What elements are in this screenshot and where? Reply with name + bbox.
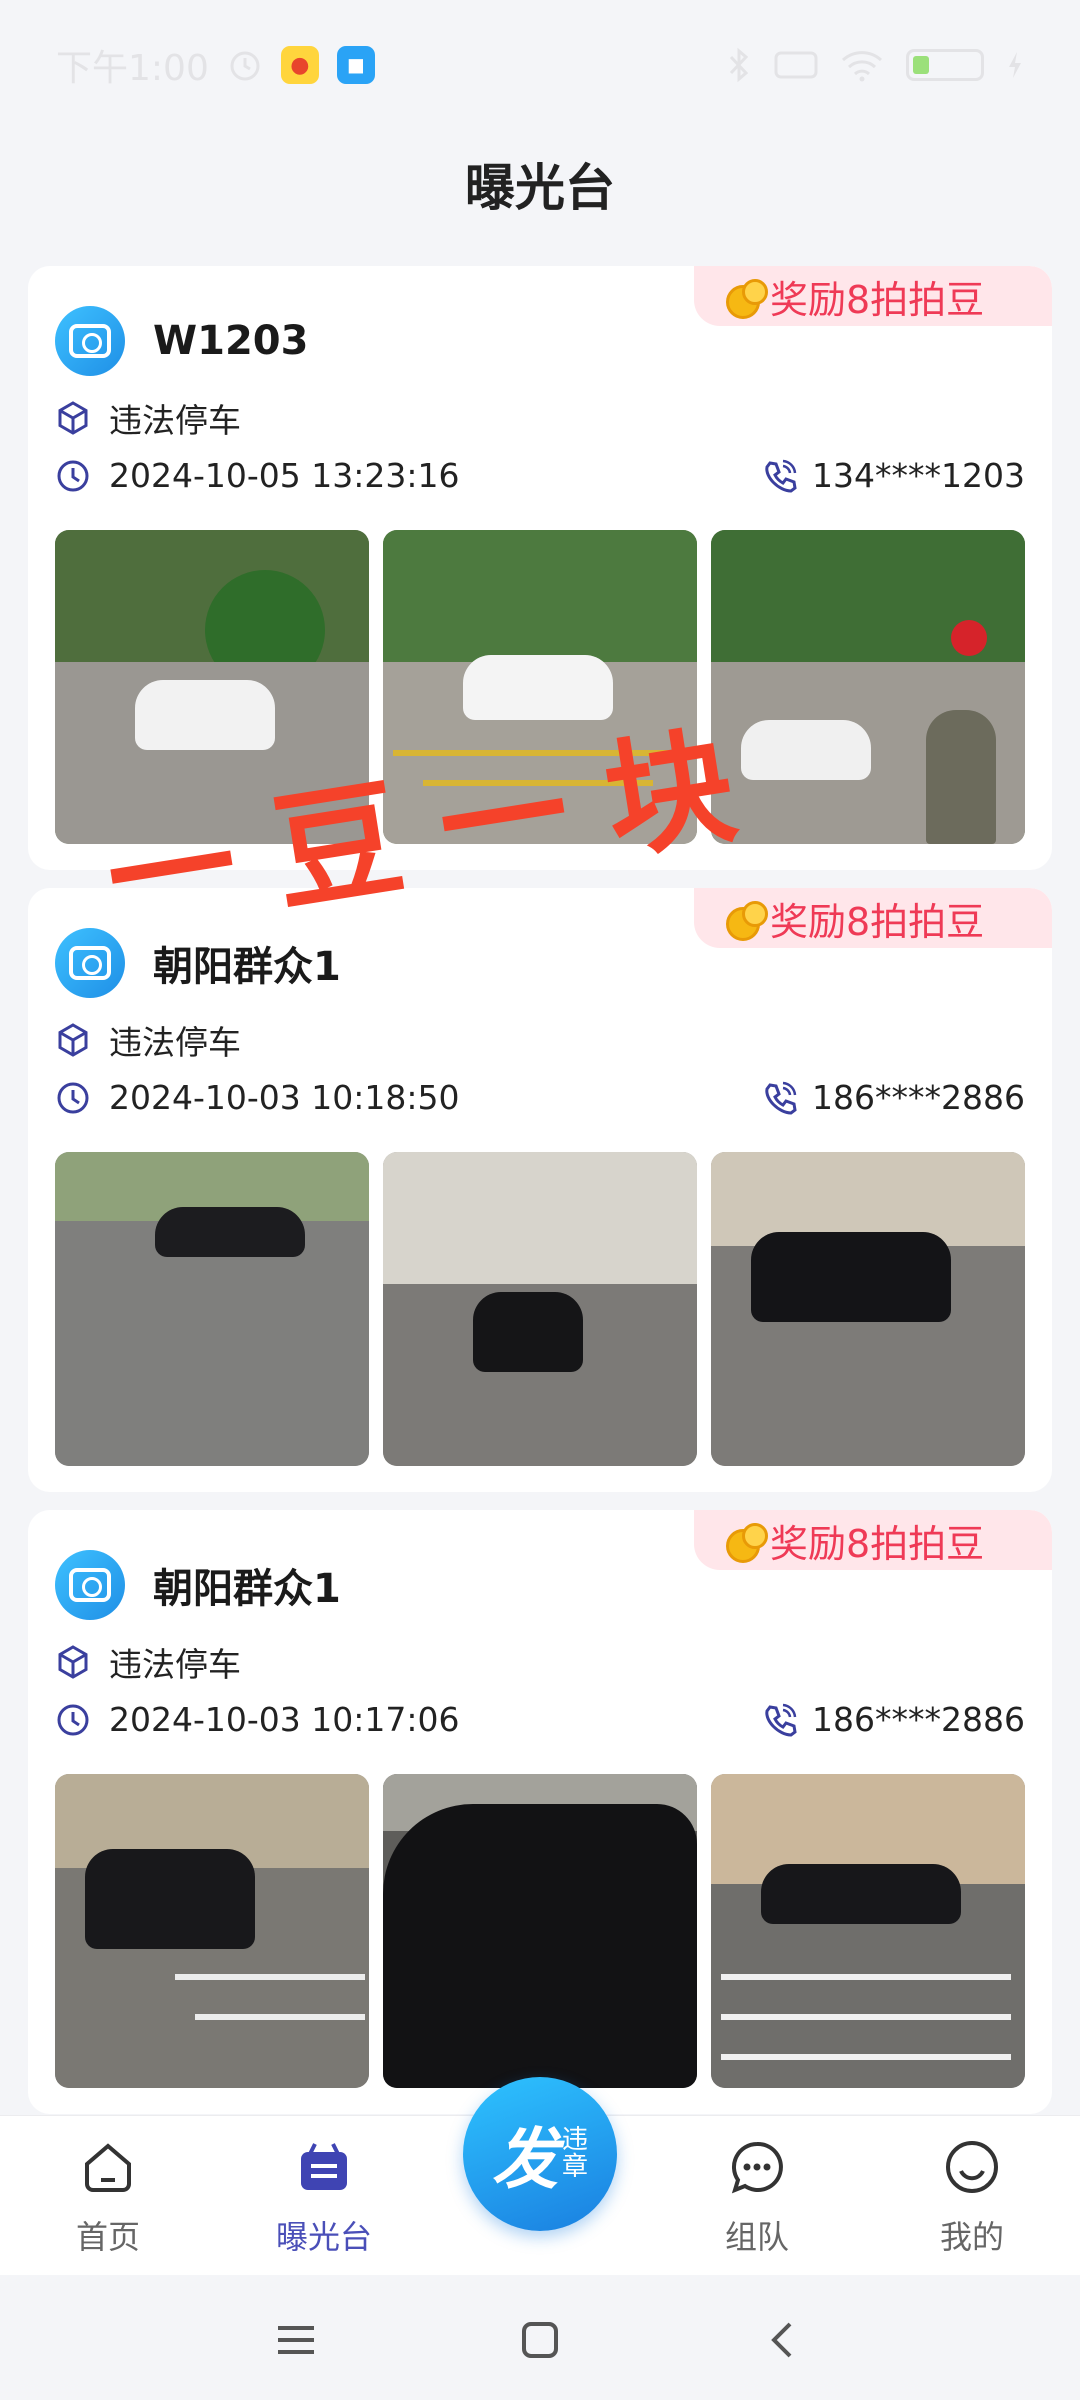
bluetooth-icon	[729, 47, 749, 83]
home-icon	[85, 2143, 131, 2192]
avatar[interactable]	[55, 928, 125, 998]
fab-sub-text-2: 章	[561, 2152, 588, 2182]
system-nav-bar	[0, 2275, 1080, 2400]
cube-icon	[58, 1645, 88, 1679]
exposure-icon	[301, 2143, 347, 2190]
reward-text: 奖励8拍拍豆	[770, 1521, 985, 1566]
reward-badge: 奖励8拍拍豆	[694, 266, 1052, 326]
home-button-icon[interactable]	[510, 2310, 570, 2370]
cube-icon	[58, 401, 88, 435]
evidence-photo[interactable]	[711, 1774, 1025, 2088]
chat-bubble-icon	[731, 2141, 783, 2194]
avatar[interactable]	[55, 306, 125, 376]
phone-icon	[765, 459, 797, 493]
weibo-app-icon: ●	[280, 46, 319, 84]
reporter-phone: 186****2886	[812, 1078, 1025, 1117]
tab-team-label: 组队	[724, 2218, 789, 2256]
wifi-icon	[841, 51, 883, 82]
evidence-photo[interactable]	[55, 1774, 369, 2088]
evidence-photo[interactable]	[383, 1774, 697, 2088]
violation-type: 违法停车	[109, 1023, 241, 1062]
reporter-phone: 186****2886	[812, 1700, 1025, 1739]
coin-icon	[724, 277, 768, 319]
clock-icon	[57, 460, 89, 491]
alarm-icon	[230, 51, 260, 81]
fab-sub-text-1: 违	[561, 2124, 588, 2155]
tab-mine[interactable]: 我的	[902, 2136, 1042, 2258]
report-card[interactable]: 奖励8拍拍豆 朝阳群众1 违法停车 2024-10-03 10:17:06 18…	[28, 1510, 1052, 2114]
report-violation-button[interactable]: 发 违 章	[463, 2077, 617, 2231]
page-title: 曝光台	[465, 159, 615, 217]
evidence-photo[interactable]	[55, 1152, 369, 1466]
charging-icon	[1009, 52, 1021, 78]
avatar[interactable]	[55, 1550, 125, 1620]
reporter-phone: 134****1203	[812, 456, 1025, 495]
status-time: 下午1:00	[56, 48, 209, 89]
smiley-icon	[946, 2141, 998, 2193]
reward-badge: 奖励8拍拍豆	[694, 1510, 1052, 1570]
reward-text: 奖励8拍拍豆	[770, 277, 985, 322]
sim-icon	[774, 51, 818, 79]
violation-type: 违法停车	[109, 1645, 241, 1684]
violation-type: 违法停车	[109, 401, 241, 440]
tab-home[interactable]: 首页	[38, 2136, 178, 2258]
tab-team[interactable]: 组队	[687, 2136, 827, 2258]
tab-home-label: 首页	[75, 2218, 140, 2256]
clock-icon	[57, 1704, 89, 1735]
message-app-icon: ◼	[336, 46, 375, 84]
fab-main-text: 发	[491, 2121, 558, 2198]
report-datetime: 2024-10-05 13:23:16	[109, 456, 460, 495]
tab-exposure-label: 曝光台	[275, 2218, 372, 2256]
evidence-photo[interactable]	[711, 1152, 1025, 1466]
back-icon[interactable]	[754, 2310, 814, 2370]
menu-icon[interactable]	[266, 2310, 326, 2370]
report-card[interactable]: 奖励8拍拍豆 朝阳群众1 违法停车 2024-10-03 10:18:50 18…	[28, 888, 1052, 1492]
evidence-photo[interactable]	[383, 1152, 697, 1466]
clock-icon	[57, 1082, 89, 1113]
reporter-name: W1203	[153, 318, 309, 364]
status-bar: 下午1:00 ● ◼	[0, 0, 1080, 130]
report-datetime: 2024-10-03 10:18:50	[109, 1078, 460, 1117]
phone-icon	[765, 1081, 797, 1115]
report-datetime: 2024-10-03 10:17:06	[109, 1700, 460, 1739]
phone-icon	[765, 1703, 797, 1737]
reward-badge: 奖励8拍拍豆	[694, 888, 1052, 948]
reporter-name: 朝阳群众1	[153, 1566, 341, 1612]
coin-icon	[724, 1521, 768, 1563]
reward-text: 奖励8拍拍豆	[770, 899, 985, 944]
cube-icon	[58, 1023, 88, 1057]
coin-icon	[724, 899, 768, 941]
battery-icon	[906, 49, 984, 81]
tab-mine-label: 我的	[939, 2218, 1004, 2256]
tab-exposure[interactable]: 曝光台	[254, 2136, 394, 2258]
